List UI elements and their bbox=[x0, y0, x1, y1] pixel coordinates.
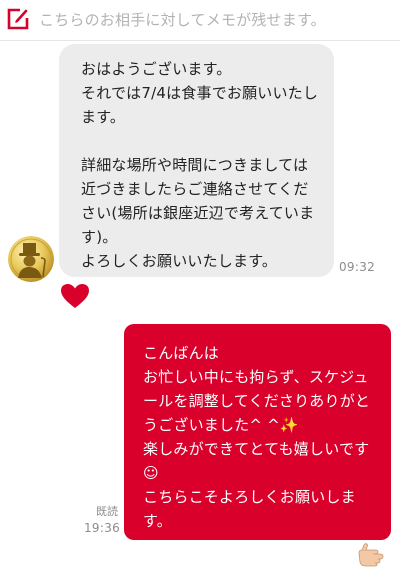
memo-placeholder[interactable]: こちらのお相手に対してメモが残せます。 bbox=[39, 11, 326, 29]
outgoing-message-line: す。 bbox=[143, 512, 172, 530]
incoming-message-bubble[interactable]: おはようございます。 それでは7/4は食事でお願いいたし ます。 詳細な場所や時… bbox=[59, 44, 334, 277]
memo-edit-icon[interactable] bbox=[6, 7, 30, 31]
outgoing-message-line: お忙しい中にも拘らず、スケジュ bbox=[143, 368, 369, 386]
outgoing-message-line: うございました^ ^✨ bbox=[143, 416, 299, 434]
heart-icon[interactable] bbox=[60, 283, 90, 309]
partner-avatar[interactable] bbox=[8, 236, 54, 282]
outgoing-message-line: ールを調整してくださりありがと bbox=[143, 392, 371, 410]
incoming-message-line: おはようございます。 bbox=[81, 60, 232, 78]
outgoing-message-line: こちらこそよろしくお願いしま bbox=[143, 488, 356, 506]
incoming-message-line: 詳細な場所や時間につきましては bbox=[81, 156, 309, 174]
incoming-message-line: よろしくお願いいたします。 bbox=[81, 252, 278, 270]
incoming-message-time: 09:32 bbox=[339, 260, 376, 274]
read-receipt-label: 既読 bbox=[96, 505, 118, 518]
incoming-message-line bbox=[81, 129, 334, 153]
gold-coin-gentleman-avatar-icon bbox=[8, 236, 54, 282]
incoming-message-line: 近づきましたらご連絡させてくだ bbox=[81, 180, 309, 198]
incoming-message-line: す)。 bbox=[81, 228, 118, 246]
incoming-message-line: それでは7/4は食事でお願いいたし bbox=[81, 84, 319, 102]
outgoing-message-time: 19:36 bbox=[84, 521, 121, 535]
chat-screen: こちらのお相手に対してメモが残せます。 おはようございます。 それでは7/4は食… bbox=[0, 0, 400, 573]
memo-bar[interactable]: こちらのお相手に対してメモが残せます。 bbox=[0, 0, 400, 41]
incoming-message-line: さい(場所は銀座近辺で考えていま bbox=[81, 204, 315, 222]
pointing-hand-icon[interactable] bbox=[357, 541, 387, 567]
outgoing-message-line: こんばんは bbox=[143, 344, 220, 362]
incoming-message-line: ます。 bbox=[81, 108, 126, 126]
outgoing-message-line: 楽しみができてとても嬉しいです bbox=[143, 440, 370, 458]
outgoing-message-line: ☺ bbox=[143, 464, 159, 482]
outgoing-message-bubble[interactable]: こんばんは お忙しい中にも拘らず、スケジュ ールを調整してくださりありがと うご… bbox=[124, 324, 391, 540]
